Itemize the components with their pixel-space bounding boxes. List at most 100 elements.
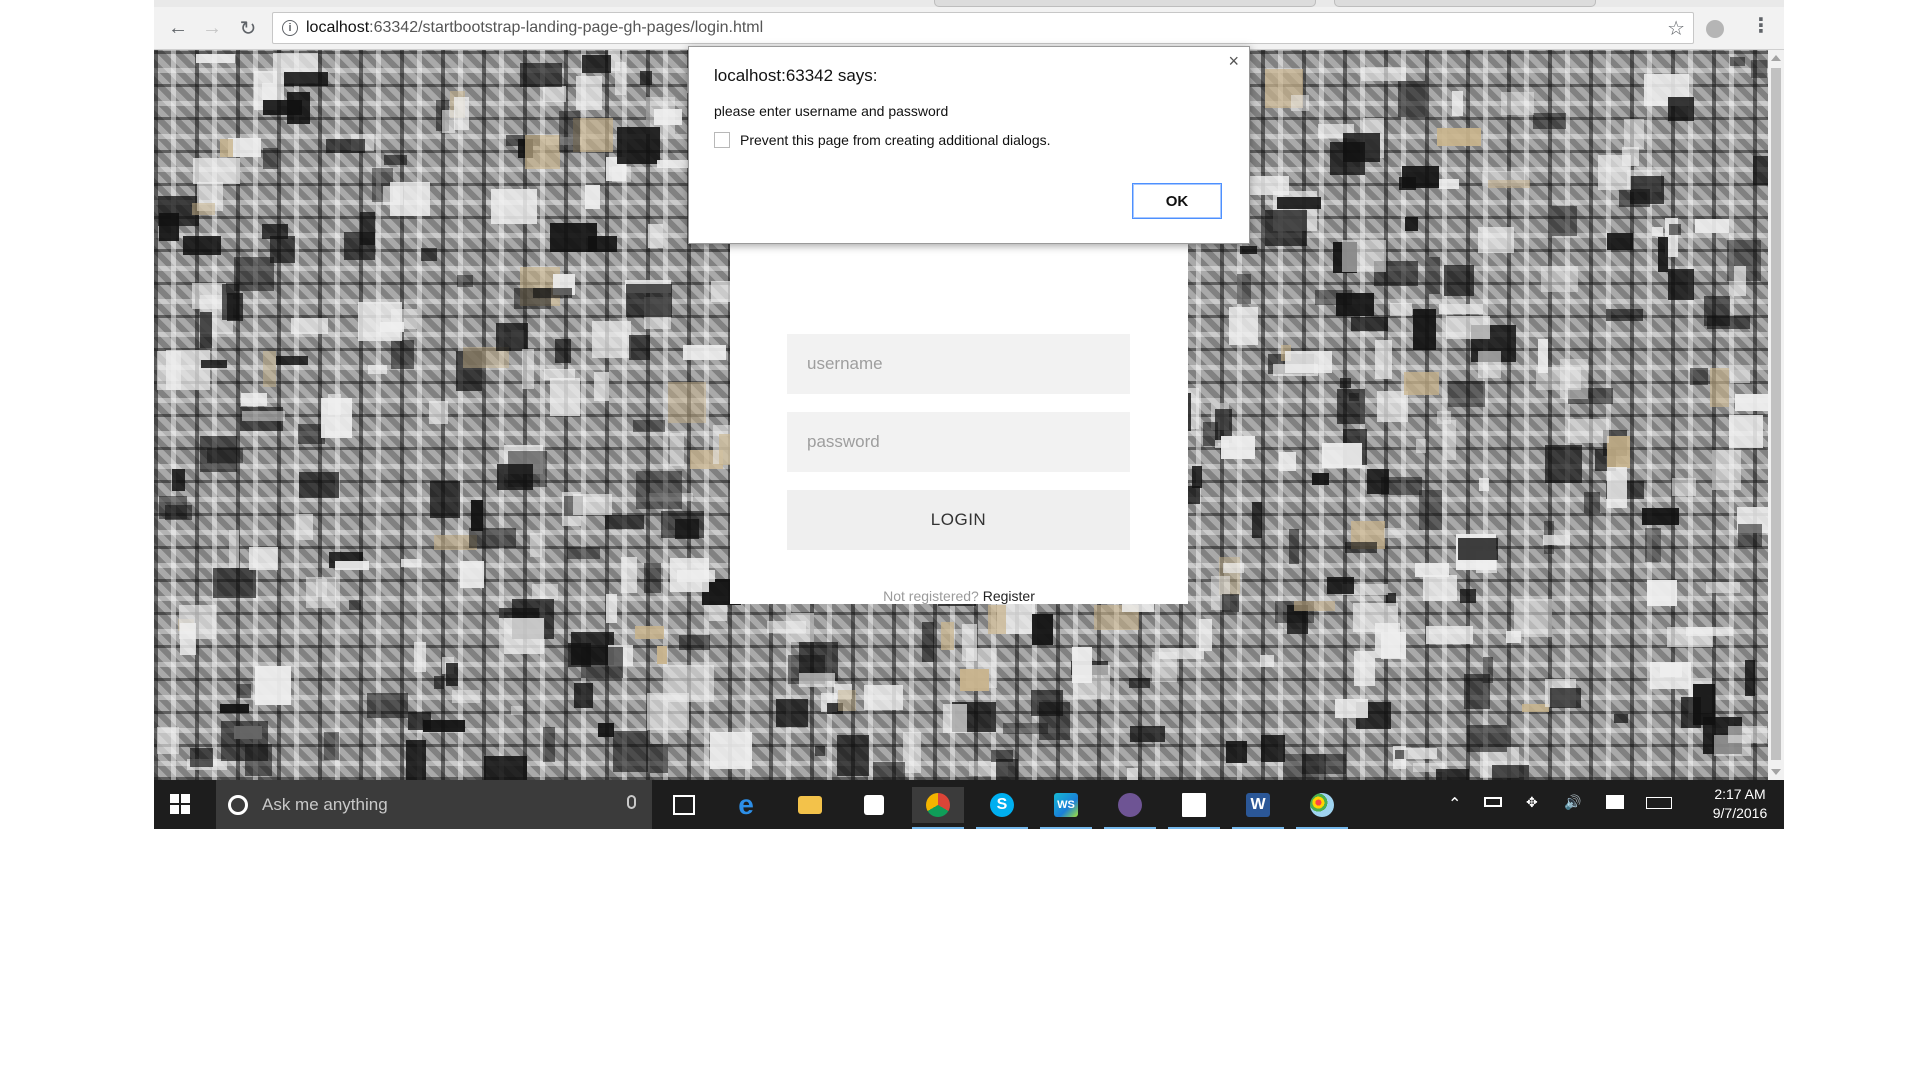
collage-patch [1073,665,1110,699]
running-app-indicator [1168,827,1220,829]
collage-patch [1404,372,1439,395]
collage-patch [1419,490,1442,530]
collage-patch [1647,580,1677,606]
paint-icon[interactable] [1296,787,1348,829]
collage-patch [157,727,179,754]
windows-start-icon[interactable] [170,794,190,814]
collage-patch [237,684,251,698]
keyboard-icon[interactable] [1646,797,1672,809]
collage-patch [1277,197,1321,209]
action-center-icon[interactable] [1606,795,1624,809]
task-view-icon[interactable] [664,787,704,823]
collage-patch [573,494,612,515]
page-scrollbar[interactable] [1768,50,1784,780]
photos-icon[interactable] [1168,787,1220,829]
prevent-dialogs-checkbox[interactable] [714,132,730,148]
address-bar[interactable]: i localhost:63342/startbootstrap-landing… [272,12,1694,44]
collage-patch [446,663,458,686]
collage-patch [988,605,1006,634]
file-explorer-icon[interactable] [790,787,830,823]
collage-patch [1345,542,1377,553]
collage-patch [504,618,544,654]
collage-patch [234,257,274,291]
collage-patch [471,500,483,531]
kebab-menu-icon[interactable]: ⋮ [1751,16,1771,36]
url-text[interactable]: localhost:63342/startbootstrap-landing-p… [306,19,763,37]
collage-patch [241,393,267,406]
microphone-icon[interactable] [627,795,636,809]
collage-patch [1340,378,1351,388]
edge-icon[interactable]: e [726,787,766,823]
system-clock[interactable]: 2:17 AM 9/7/2016 [1700,785,1780,823]
collage-patch [263,351,276,387]
info-icon[interactable]: i [282,20,298,36]
cortana-search-box[interactable]: Ask me anything [216,780,652,829]
login-button[interactable]: LOGIN [787,490,1130,550]
github-icon[interactable] [1104,787,1156,829]
password-input[interactable] [787,412,1130,472]
running-app-indicator [1040,827,1092,829]
forward-arrow-icon[interactable]: → [198,14,226,42]
collage-patch [543,86,566,102]
network-icon[interactable]: ✥ [1526,794,1538,811]
collage-patch [190,748,213,767]
collage-patch [1039,702,1070,740]
collage-patch [996,759,1018,780]
collage-patch [213,568,256,598]
collage-patch [172,469,185,491]
collage-patch [675,519,699,539]
collage-patch [1467,725,1507,752]
collage-patch [1444,265,1474,296]
dialog-title: localhost:63342 says: [714,66,878,85]
collage-patch [1514,599,1552,637]
word-icon[interactable]: W [1232,787,1284,829]
collage-patch [192,203,215,215]
collage-patch [383,186,403,205]
collage-patch [335,561,369,570]
store-icon[interactable] [854,787,894,823]
collage-patch [683,345,726,360]
collage-patch [1327,577,1354,594]
collage-patch [574,683,593,708]
volume-icon[interactable]: 🔊 [1564,794,1581,811]
collage-patch [1245,176,1289,195]
chrome-icon[interactable] [912,787,964,829]
scrollbar-thumb[interactable] [1771,68,1781,760]
collage-patch [1260,655,1274,667]
collage-patch [559,111,580,152]
cortana-icon[interactable] [228,794,248,815]
username-input[interactable] [787,334,1130,394]
skype-icon[interactable]: S [976,787,1028,829]
collage-patch [1032,614,1053,645]
collage-patch [457,275,473,287]
collage-patch [414,642,426,672]
browser-tab-inactive[interactable] [1334,0,1596,7]
extension-icon[interactable] [1706,20,1724,38]
bookmark-star-icon[interactable]: ☆ [1667,16,1685,41]
collage-patch [650,744,668,773]
webstorm-icon[interactable]: WS [1040,787,1092,829]
collage-patch [943,704,967,733]
browser-tab[interactable] [934,0,1316,7]
collage-patch [1229,307,1258,345]
close-icon[interactable]: × [1228,51,1239,72]
collage-patch [245,744,272,776]
collage-patch [640,71,652,85]
register-link[interactable]: Register [983,588,1035,604]
battery-icon[interactable] [1484,797,1502,807]
scroll-up-arrow-icon[interactable] [1771,55,1781,61]
back-arrow-icon[interactable]: ← [164,14,192,42]
collage-patch [677,570,715,582]
collage-patch [1199,619,1212,651]
collage-patch [496,323,528,351]
ok-button[interactable]: OK [1132,183,1222,219]
collage-patch [299,472,339,498]
prevent-dialogs-option[interactable]: Prevent this page from creating addition… [714,132,1051,148]
scroll-down-arrow-icon[interactable] [1771,769,1781,775]
reload-icon[interactable]: ↻ [234,14,262,42]
chevron-up-icon[interactable]: ⌃ [1448,794,1461,814]
collage-patch [201,360,227,368]
tab-strip [154,0,1784,7]
collage-patch [657,646,667,664]
collage-patch [262,83,284,100]
